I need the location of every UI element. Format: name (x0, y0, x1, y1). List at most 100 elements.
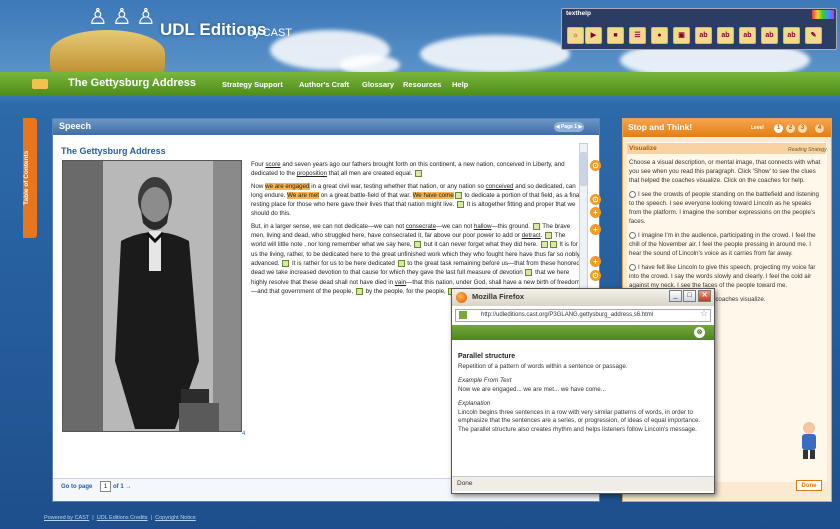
site-icon (459, 311, 467, 319)
site-logo-by: by CAST (248, 27, 293, 39)
texthelp-button-3[interactable]: ☰ (629, 27, 646, 44)
speech-text-run: Now (251, 182, 266, 190)
highlighted-phrase[interactable]: We have come (412, 191, 454, 199)
note-icon[interactable] (282, 259, 290, 267)
option-3[interactable]: I have felt like Lincoln to give this sp… (629, 263, 824, 290)
nav-glossary[interactable]: Glossary (362, 80, 394, 89)
texthelp-button-9[interactable]: ab (761, 27, 778, 44)
texthelp-button-5[interactable]: ▣ (673, 27, 690, 44)
speech-text: Four score and seven years ago our fathe… (251, 160, 581, 299)
texthelp-button-2[interactable]: ■ (607, 27, 624, 44)
nav-resources[interactable]: Resources (403, 80, 441, 89)
texthelp-button-1[interactable]: ▶ (585, 27, 602, 44)
footer-link-credits[interactable]: UDL Editions Credits (97, 515, 148, 521)
coach-icon[interactable]: ⊙ (590, 270, 601, 281)
speech-panel-header: Speech (53, 119, 599, 135)
texthelp-button-4[interactable]: ● (651, 27, 668, 44)
note-icon[interactable] (545, 231, 553, 239)
color-bars-icon (812, 10, 834, 19)
firefox-icon (456, 292, 467, 303)
glossary-word[interactable]: vain (395, 279, 406, 286)
figure-icon: ♙ (136, 4, 156, 29)
note-icon[interactable] (457, 201, 464, 209)
note-icon[interactable] (355, 287, 363, 295)
texthelp-button-7[interactable]: ab (717, 27, 734, 44)
note-icon[interactable] (454, 191, 462, 199)
go-to-page-input[interactable]: 1 (100, 481, 111, 492)
maximize-icon[interactable]: □ (683, 290, 696, 302)
url-bar[interactable]: http://udleditions.cast.org/P3GLANG,gett… (455, 309, 711, 322)
nav-authors-craft[interactable]: Author's Craft (299, 80, 349, 89)
done-button[interactable]: Done (796, 480, 822, 491)
option-1[interactable]: I see the crowds of people standing on t… (629, 190, 824, 226)
add-icon[interactable]: + (590, 256, 601, 267)
popup-green-bar (452, 325, 714, 340)
speech-text-run: —we can not (436, 222, 474, 230)
level-3-button[interactable]: 3 (798, 124, 807, 133)
option-2[interactable]: I imagine I'm in the audience, participa… (629, 231, 824, 258)
note-icon[interactable] (525, 269, 533, 277)
texthelp-button-8[interactable]: ab (739, 27, 756, 44)
option-2-text: I imagine I'm in the audience, participa… (629, 232, 816, 257)
glossary-word[interactable]: hallow (474, 223, 492, 230)
glossary-word[interactable]: score (265, 161, 280, 168)
page-nav-pill[interactable]: ◀ Page 1 ▶ (554, 122, 584, 132)
visualize-heading: Visualize (629, 145, 657, 152)
scrollbar-thumb[interactable] (580, 152, 587, 186)
nav-title: The Gettysburg Address (68, 77, 196, 89)
note-icon[interactable] (540, 241, 548, 249)
minimize-icon[interactable]: _ (669, 290, 682, 302)
note-icon[interactable] (415, 170, 423, 178)
bookmark-star-icon[interactable]: ☆ (700, 308, 708, 319)
glossary-word[interactable]: proposition (297, 170, 327, 177)
document-title: The Gettysburg Address (61, 146, 166, 156)
close-icon[interactable]: ✕ (698, 290, 711, 302)
photo-page-number[interactable]: 4 (242, 431, 245, 437)
close-glossary-icon[interactable]: ⊗ (694, 327, 705, 338)
explanation-label: Explanation (458, 400, 491, 407)
cloud (420, 35, 570, 73)
footer-sep: | (150, 515, 153, 521)
highlighted-phrase[interactable]: we are engaged (265, 182, 310, 190)
glossary-word[interactable]: detract (522, 232, 541, 239)
level-4-button[interactable]: 4 (815, 124, 824, 133)
footer-sep: | (92, 515, 94, 521)
level-2-button[interactable]: 2 (786, 124, 795, 133)
texthelp-button-10[interactable]: ab (783, 27, 800, 44)
glossary-word[interactable]: consecrate (406, 223, 436, 230)
popup-status-bar: Done (452, 476, 714, 491)
footer-link-cast[interactable]: Powered by CAST (44, 515, 89, 521)
add-icon[interactable]: + (590, 207, 601, 218)
level-1-button[interactable]: 1 (774, 124, 783, 133)
speech-text-run: It is rather for us to be here dedicated (290, 259, 397, 267)
highlighted-phrase[interactable]: We are met (287, 191, 319, 199)
note-icon[interactable] (549, 241, 557, 249)
option-3-radio[interactable] (629, 263, 636, 271)
speech-text-run: . (540, 232, 545, 240)
glossary-word[interactable]: conceived (486, 183, 514, 190)
coach-icon[interactable]: ⊙ (590, 194, 601, 205)
texthelp-button-11[interactable]: ✎ (805, 27, 822, 44)
note-icon[interactable] (397, 259, 405, 267)
coach-icon[interactable]: ⊙ (590, 160, 601, 171)
speech-text-run: Four (251, 161, 266, 168)
note-icon[interactable] (532, 222, 540, 230)
add-icon[interactable]: + (590, 224, 601, 235)
option-3-text: I have felt like Lincoln to give this sp… (629, 264, 816, 289)
nav-help[interactable]: Help (452, 80, 468, 89)
texthelp-button-0[interactable]: ☼ (567, 27, 584, 44)
figure-icon: ♙ (88, 4, 108, 29)
speech-paragraph: Four score and seven years ago our fathe… (251, 160, 581, 179)
reading-strategy-label: Reading Strategy (788, 147, 827, 153)
nav-strategy-support[interactable]: Strategy Support (222, 80, 283, 89)
note-icon[interactable] (414, 241, 422, 249)
option-1-text: I see the crowds of people standing on t… (629, 191, 819, 225)
footer-link-copyright[interactable]: Copyright Notice (155, 515, 196, 521)
option-2-radio[interactable] (629, 231, 636, 239)
coach-character-icon[interactable] (795, 420, 823, 460)
texthelp-button-6[interactable]: ab (695, 27, 712, 44)
speech-text-run: by the people, for the people, (363, 287, 448, 295)
go-to-page-of[interactable]: of 1 → (113, 484, 131, 490)
option-1-radio[interactable] (629, 190, 636, 198)
table-of-contents-tab[interactable]: Table of Contents (23, 118, 37, 238)
